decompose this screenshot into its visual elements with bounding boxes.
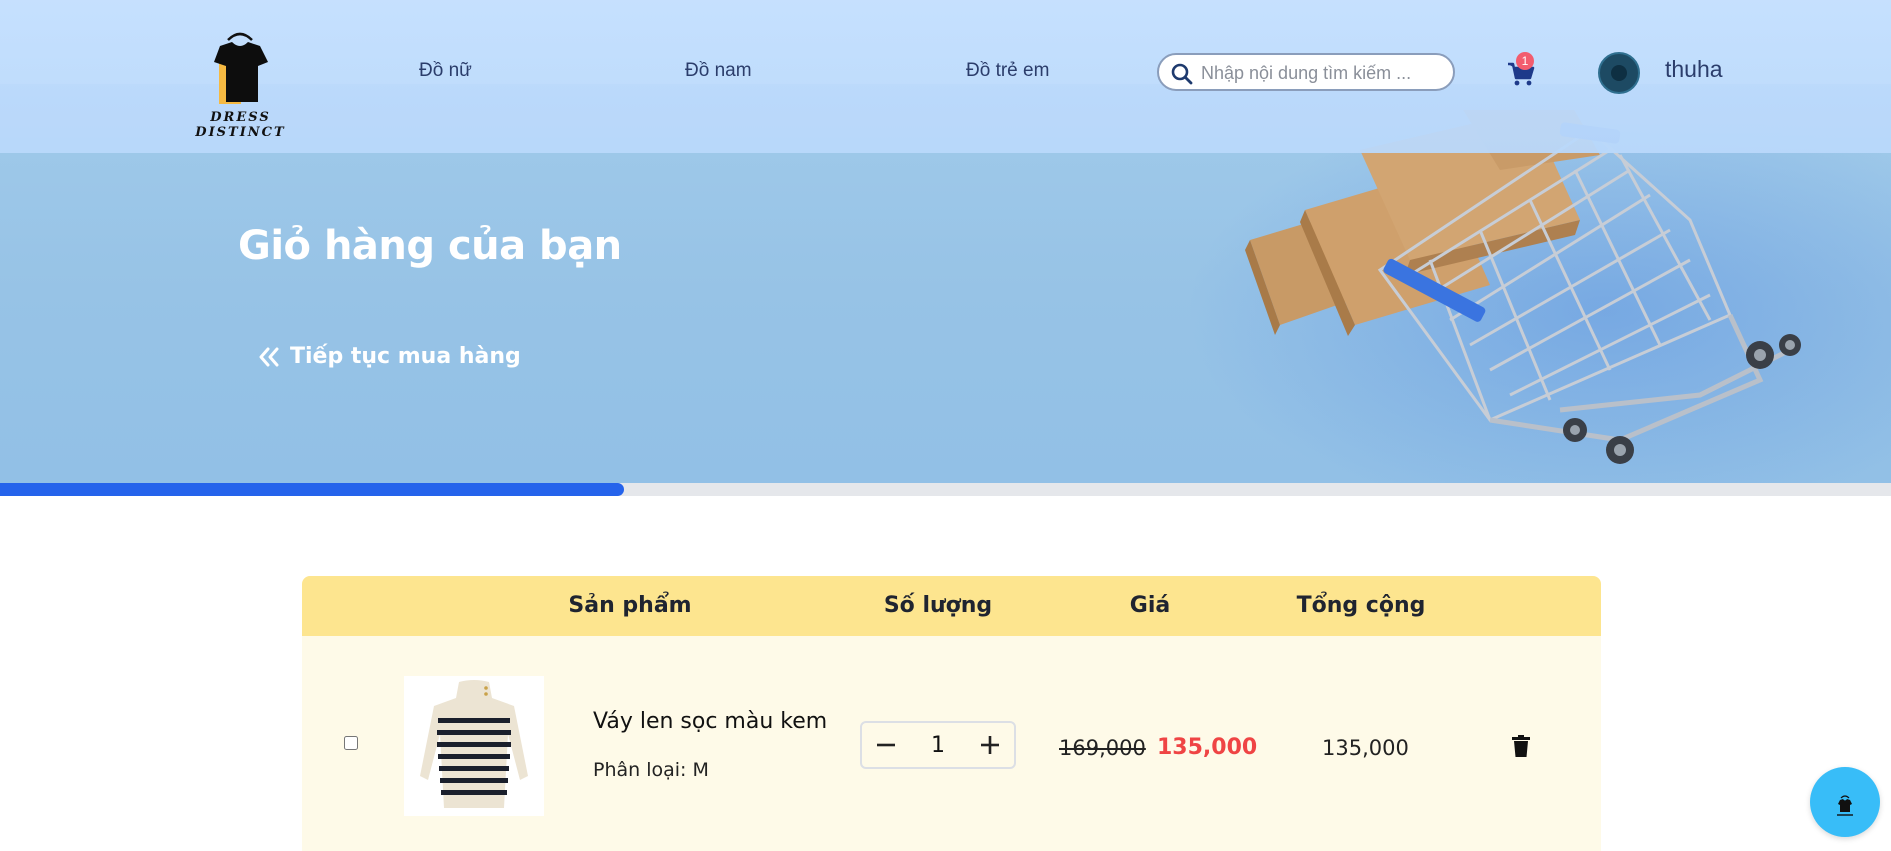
column-header-product: Sản phẩm (568, 593, 692, 618)
nav-womens[interactable]: Đồ nữ (419, 60, 472, 82)
product-variant: Phân loại: M (593, 759, 709, 781)
quantity-stepper: 1 (860, 721, 1016, 769)
line-total: 135,000 (1322, 736, 1409, 760)
search-input[interactable] (1199, 60, 1448, 86)
user-avatar[interactable] (1598, 52, 1640, 94)
site-logo[interactable]: DRESS DISTINCT (168, 32, 313, 140)
username[interactable]: thuha (1665, 56, 1723, 83)
cart-table: Sản phẩm Số lượng Giá Tổng cộng Váy len … (302, 576, 1601, 851)
search-icon[interactable] (1171, 63, 1193, 85)
chat-fab-icon (1837, 795, 1853, 816)
logo-text: DRESS DISTINCT (195, 110, 286, 140)
original-price: 169,000 (1059, 736, 1146, 760)
shopping-cart-illustration (1245, 110, 1801, 464)
increase-quantity-button[interactable] (966, 723, 1014, 767)
trash-icon[interactable] (1512, 735, 1530, 757)
site-header: DRESS DISTINCT Đồ nữ Đồ nam Đồ trẻ em 1 … (0, 0, 1891, 153)
table-row: Váy len sọc màu kem Phân loại: M 1 169,0… (302, 636, 1601, 851)
column-header-total: Tổng cộng (1296, 593, 1426, 618)
progress-fill (0, 483, 625, 496)
product-image[interactable] (404, 676, 544, 816)
tshirt-bag-logo-icon (214, 32, 268, 104)
decrease-quantity-button[interactable] (862, 723, 910, 767)
quantity-value[interactable]: 1 (910, 733, 966, 758)
page-title: Giỏ hàng của bạn (238, 223, 622, 269)
nav-mens[interactable]: Đồ nam (685, 60, 752, 82)
nav-kids[interactable]: Đồ trẻ em (966, 60, 1049, 82)
plus-icon (981, 736, 999, 754)
checkout-progress-bar (0, 483, 1891, 496)
continue-shopping-link[interactable]: Tiếp tục mua hàng (258, 344, 521, 369)
minus-icon (877, 743, 895, 747)
column-header-price: Giá (1129, 593, 1171, 618)
select-item-checkbox[interactable] (344, 736, 358, 750)
double-chevron-left-icon (259, 347, 279, 366)
sale-price: 135,000 (1157, 735, 1258, 760)
chat-button[interactable] (1810, 767, 1880, 837)
continue-shopping-label: Tiếp tục mua hàng (290, 344, 521, 369)
product-name[interactable]: Váy len sọc màu kem (593, 709, 827, 734)
cart-count-badge: 1 (1516, 52, 1534, 70)
column-header-quantity: Số lượng (883, 593, 993, 618)
table-header: Sản phẩm Số lượng Giá Tổng cộng (302, 576, 1601, 636)
search-box (1157, 53, 1455, 91)
